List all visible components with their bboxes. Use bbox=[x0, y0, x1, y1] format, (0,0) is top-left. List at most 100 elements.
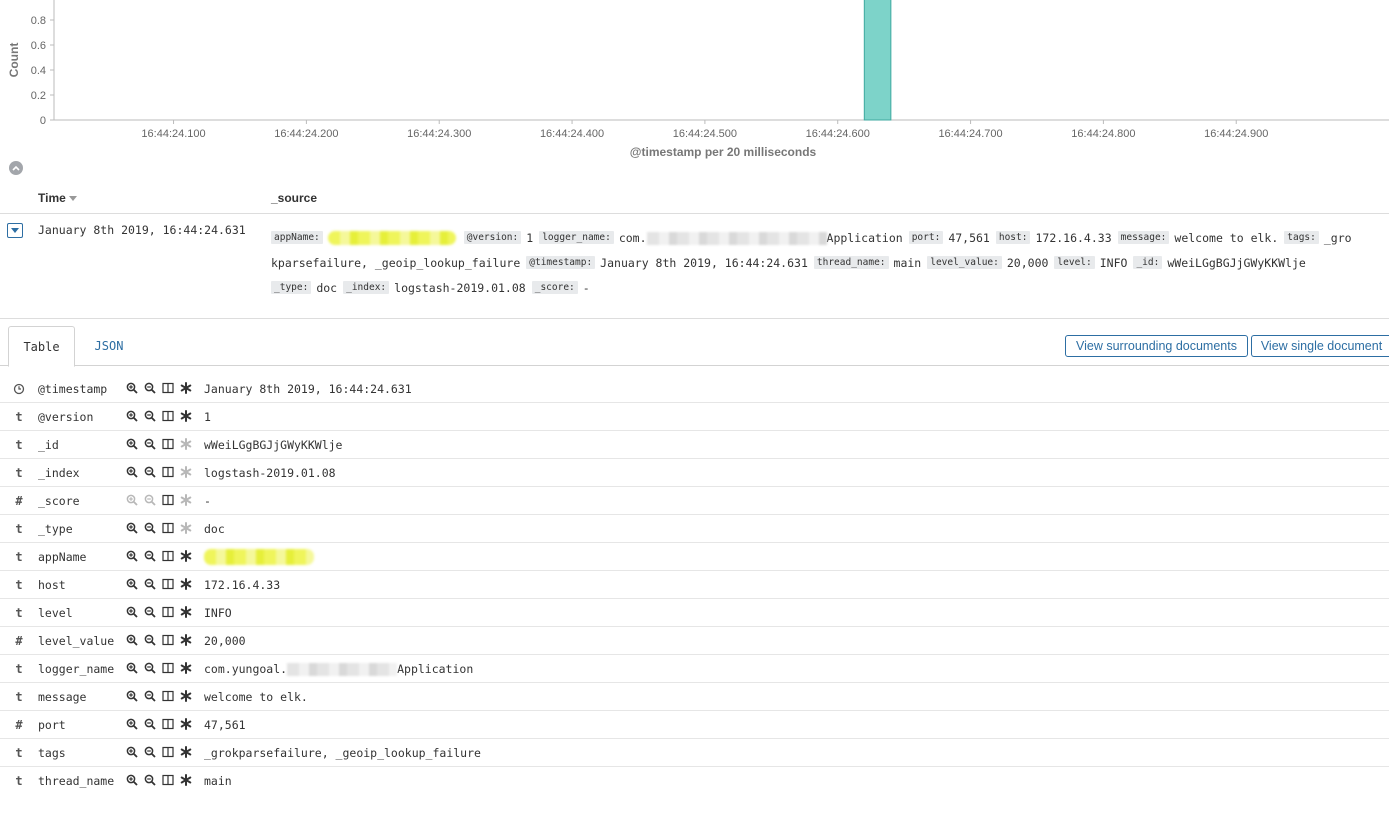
field-value: 172.16.4.33 bbox=[204, 578, 280, 592]
filter-for-value-icon[interactable] bbox=[126, 522, 138, 534]
filter-out-value-icon[interactable] bbox=[144, 634, 156, 646]
filter-out-value-icon[interactable] bbox=[144, 382, 156, 394]
string-type-icon: t bbox=[15, 578, 23, 592]
time-header-label: Time bbox=[38, 191, 66, 205]
field-value-text: 47,561 bbox=[204, 718, 246, 732]
toggle-column-icon[interactable] bbox=[162, 774, 174, 786]
toggle-column-icon[interactable] bbox=[162, 382, 174, 394]
string-type-icon: t bbox=[15, 522, 23, 536]
field-actions bbox=[126, 718, 192, 730]
field-value: welcome to elk. bbox=[204, 690, 308, 704]
source-field-value-text: logstash-2019.01.08 bbox=[394, 280, 526, 295]
collapse-chart-button[interactable] bbox=[9, 161, 23, 175]
field-row-port: # port 47,561 bbox=[0, 711, 1389, 739]
filter-out-value-icon[interactable] bbox=[144, 690, 156, 702]
time-column-header[interactable]: Time bbox=[38, 191, 77, 205]
bars bbox=[863, 0, 892, 121]
filter-out-value-icon[interactable] bbox=[144, 438, 156, 450]
toggle-column-icon[interactable] bbox=[162, 662, 174, 674]
toggle-column-icon[interactable] bbox=[162, 438, 174, 450]
field-row-loggername: t logger_name com.yungoal. Application bbox=[0, 655, 1389, 683]
filter-out-value-icon[interactable] bbox=[144, 718, 156, 730]
filter-out-value-icon[interactable] bbox=[144, 410, 156, 422]
x-tick-label: 16:44:24.700 bbox=[938, 128, 1002, 140]
x-tick-label: 16:44:24.500 bbox=[673, 128, 737, 140]
filter-for-value-icon[interactable] bbox=[126, 662, 138, 674]
filter-for-value-icon[interactable] bbox=[126, 634, 138, 646]
filter-for-value-icon[interactable] bbox=[126, 606, 138, 618]
filter-out-value-icon[interactable] bbox=[144, 578, 156, 590]
sort-caret-icon[interactable] bbox=[68, 196, 77, 202]
filter-for-value-icon[interactable] bbox=[126, 690, 138, 702]
source-field-value-text: kparsefailure, _geoip_lookup_failure bbox=[271, 255, 521, 270]
source-field-key: level: bbox=[1054, 256, 1095, 269]
filter-for-value-icon[interactable] bbox=[126, 746, 138, 758]
filter-field-present-icon[interactable] bbox=[180, 382, 192, 394]
filter-out-value-icon[interactable] bbox=[144, 550, 156, 562]
toggle-column-icon[interactable] bbox=[162, 718, 174, 730]
field-name: level bbox=[38, 606, 73, 620]
filter-out-value-icon[interactable] bbox=[144, 466, 156, 478]
filter-for-value-icon[interactable] bbox=[126, 438, 138, 450]
toggle-column-icon[interactable] bbox=[162, 690, 174, 702]
toggle-column-icon[interactable] bbox=[162, 550, 174, 562]
tab-table[interactable]: Table bbox=[8, 326, 75, 367]
toggle-column-icon[interactable] bbox=[162, 522, 174, 534]
string-type-icon: t bbox=[15, 438, 23, 452]
view-surrounding-documents-button[interactable]: View surrounding documents bbox=[1065, 335, 1248, 357]
source-field-value: welcome to elk. bbox=[1174, 231, 1278, 245]
field-row-id: t _id wWeiLGgBGJjGWyKKWlje bbox=[0, 431, 1389, 459]
source-column-header: _source bbox=[271, 191, 318, 205]
field-value bbox=[204, 548, 316, 565]
filter-field-present-icon[interactable] bbox=[180, 606, 192, 618]
source-field-key: level_value: bbox=[927, 256, 1002, 269]
y-tick-label: 1 bbox=[40, 0, 46, 2]
source-field-value: com. Application bbox=[619, 231, 903, 245]
toggle-column-icon[interactable] bbox=[162, 578, 174, 590]
toggle-column-icon[interactable] bbox=[162, 634, 174, 646]
field-value-text: January 8th 2019, 16:44:24.631 bbox=[204, 382, 412, 396]
filter-out-value-icon[interactable] bbox=[144, 606, 156, 618]
source-field-key: host: bbox=[995, 231, 1031, 244]
filter-field-present-icon[interactable] bbox=[180, 690, 192, 702]
field-row-host: t host 172.16.4.33 bbox=[0, 571, 1389, 599]
filter-for-value-icon[interactable] bbox=[126, 410, 138, 422]
toggle-column-icon[interactable] bbox=[162, 606, 174, 618]
filter-out-value-icon[interactable] bbox=[144, 774, 156, 786]
field-actions bbox=[126, 410, 192, 422]
field-value-text: 20,000 bbox=[204, 634, 246, 648]
filter-for-value-icon[interactable] bbox=[126, 550, 138, 562]
filter-for-value-icon[interactable] bbox=[126, 466, 138, 478]
field-name: _type bbox=[38, 522, 73, 536]
toggle-column-icon[interactable] bbox=[162, 466, 174, 478]
filter-for-value-icon[interactable] bbox=[126, 382, 138, 394]
string-type-icon: t bbox=[15, 410, 23, 424]
filter-out-value-icon[interactable] bbox=[144, 746, 156, 758]
x-tick-label: 16:44:24.400 bbox=[540, 128, 604, 140]
filter-field-present-icon[interactable] bbox=[180, 410, 192, 422]
filter-for-value-icon[interactable] bbox=[126, 774, 138, 786]
view-single-document-button[interactable]: View single document bbox=[1251, 335, 1389, 357]
filter-field-present-icon[interactable] bbox=[180, 578, 192, 590]
filter-field-present-icon[interactable] bbox=[180, 718, 192, 730]
expand-row-button[interactable] bbox=[7, 223, 23, 238]
histogram-bar[interactable] bbox=[863, 0, 892, 121]
filter-field-present-icon[interactable] bbox=[180, 774, 192, 786]
filter-field-present-icon[interactable] bbox=[180, 550, 192, 562]
source-field-value-text: doc bbox=[316, 280, 338, 295]
number-type-icon: # bbox=[15, 718, 23, 732]
source-field-value-text: 1 bbox=[526, 230, 534, 245]
field-value-text: INFO bbox=[204, 606, 232, 620]
toggle-column-icon[interactable] bbox=[162, 746, 174, 758]
filter-field-present-icon[interactable] bbox=[180, 662, 192, 674]
filter-out-value-icon[interactable] bbox=[144, 662, 156, 674]
filter-field-present-icon[interactable] bbox=[180, 634, 192, 646]
field-value-text: doc bbox=[204, 522, 225, 536]
filter-field-present-icon[interactable] bbox=[180, 746, 192, 758]
toggle-column-icon[interactable] bbox=[162, 410, 174, 422]
filter-out-value-icon[interactable] bbox=[144, 522, 156, 534]
filter-for-value-icon[interactable] bbox=[126, 578, 138, 590]
tab-json[interactable]: JSON bbox=[80, 326, 138, 366]
toggle-column-icon[interactable] bbox=[162, 494, 174, 506]
filter-for-value-icon[interactable] bbox=[126, 718, 138, 730]
